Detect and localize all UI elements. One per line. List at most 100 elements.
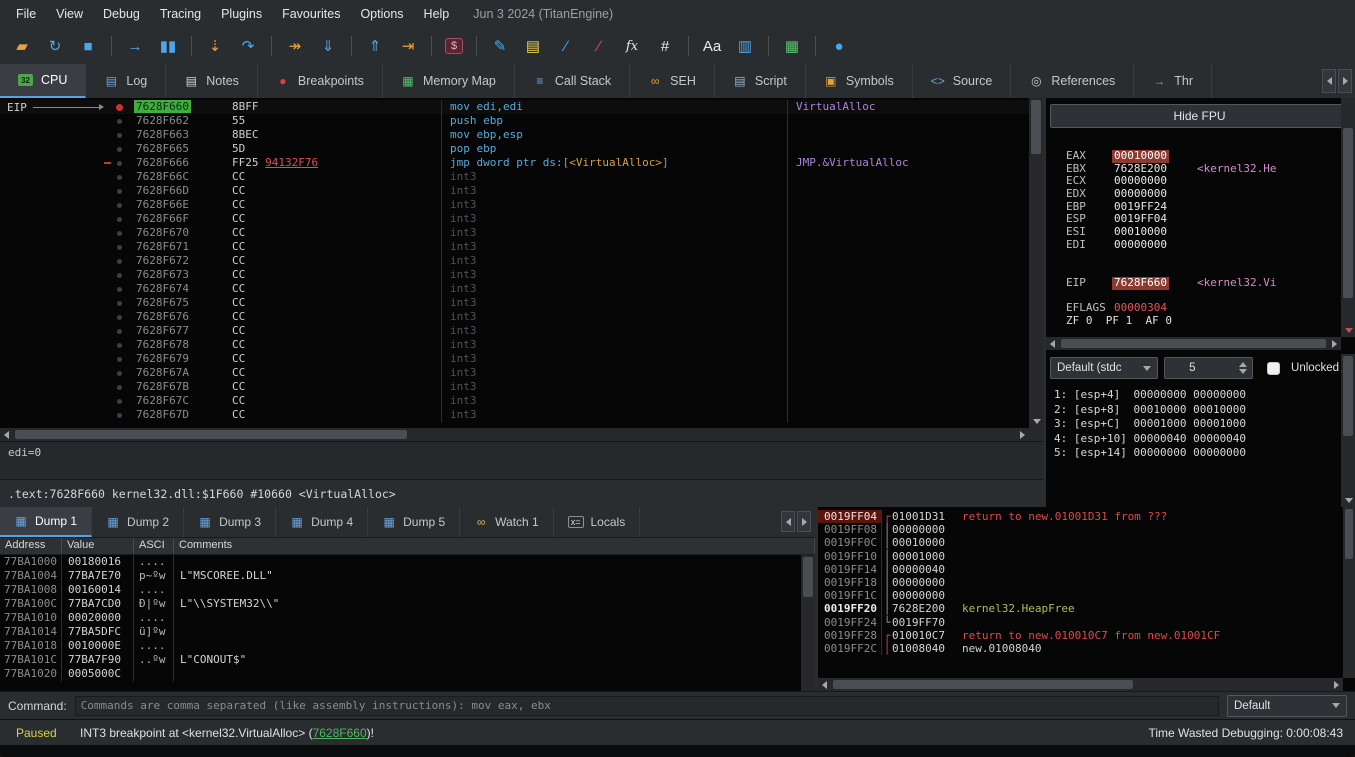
scrollbar-thumb[interactable] (833, 680, 1133, 689)
tab-references[interactable]: ◎References (1011, 64, 1134, 98)
menu-item-debug[interactable]: Debug (93, 3, 150, 25)
dump-row[interactable]: 77BA100C77BA7CD0Ð|ºwL"\\SYSTEM32\\" (0, 597, 815, 611)
tab-scroll-left-button[interactable] (1322, 69, 1336, 93)
disasm-row[interactable]: 7628F66ECCint3 (0, 198, 1029, 212)
disassembly-table[interactable]: 7628F6608BFFmov edi,ediVirtualAlloc7628F… (0, 98, 1043, 428)
bp-slot-dot[interactable] (117, 301, 122, 306)
argument-count-spinner[interactable]: 5 (1164, 357, 1253, 379)
disasm-row[interactable]: 7628F66FCCint3 (0, 212, 1029, 226)
argument-row[interactable]: 5: [esp+14] 00000000 00000000 (1054, 446, 1339, 461)
disasm-row[interactable]: 7628F677CCint3 (0, 324, 1029, 338)
dump-header-address[interactable]: Address (0, 538, 62, 554)
restart-icon[interactable]: ↻ (45, 37, 65, 55)
menu-item-file[interactable]: File (6, 3, 46, 25)
argument-row[interactable]: 4: [esp+10] 00000040 00000040 (1054, 432, 1339, 447)
trace-coverage-icon[interactable]: ▤ (523, 37, 543, 55)
scrollbar-thumb[interactable] (1343, 128, 1353, 298)
bp-slot-dot[interactable] (117, 119, 122, 124)
tab-seh[interactable]: ∞SEH (630, 64, 715, 98)
step-over-icon[interactable]: ↷ (238, 37, 258, 55)
disasm-row[interactable]: 7628F66255push ebp (0, 114, 1029, 128)
open-file-icon[interactable]: ▰ (12, 37, 32, 55)
dump-tab-scroll-right-button[interactable] (797, 511, 811, 532)
tab-memory-map[interactable]: ▦Memory Map (383, 64, 515, 98)
scrollbar-thumb[interactable] (1345, 509, 1353, 559)
disasm-row[interactable]: 7628F6608BFFmov edi,ediVirtualAlloc (0, 100, 1029, 114)
bp-slot-dot[interactable] (117, 203, 122, 208)
tab-cpu[interactable]: 32CPU (0, 64, 86, 98)
menu-item-view[interactable]: View (46, 3, 93, 25)
dump-row[interactable]: 77BA101C77BA7F90..ºwL"CONOUT$" (0, 653, 815, 667)
stack-row[interactable]: 0019FF20│7628E200kernel32.HeapFree (818, 602, 1343, 615)
bp-slot-dot[interactable] (117, 357, 122, 362)
tab-dump-4[interactable]: ▦Dump 4 (276, 507, 368, 537)
dump-row[interactable]: 77BA101000020000.... (0, 611, 815, 625)
run-till-return-icon[interactable]: ↠ (285, 37, 305, 55)
disasm-row[interactable]: 7628F675CCint3 (0, 296, 1029, 310)
stack-row[interactable]: 0019FF0C│00010000 (818, 536, 1343, 549)
disasm-row[interactable]: 7628F670CCint3 (0, 226, 1029, 240)
scrollbar-thumb[interactable] (1343, 356, 1353, 436)
pause-icon[interactable]: ▮▮ (158, 37, 178, 55)
scroll-left-button[interactable] (1046, 337, 1059, 350)
tab-call-stack[interactable]: ≡Call Stack (515, 64, 630, 98)
disasm-row[interactable]: 7628F6655Dpop ebp (0, 142, 1029, 156)
bp-slot-dot[interactable] (117, 175, 122, 180)
scroll-right-button[interactable] (1330, 678, 1343, 691)
tab-locals[interactable]: x=Locals (554, 507, 640, 537)
bp-slot-dot[interactable] (117, 217, 122, 222)
tab-dump-2[interactable]: ▦Dump 2 (92, 507, 184, 537)
bp-slot-dot[interactable] (117, 399, 122, 404)
stack-row[interactable]: 0019FF14│00000040 (818, 563, 1343, 576)
menu-item-options[interactable]: Options (350, 3, 413, 25)
bp-slot-dot[interactable] (117, 371, 122, 376)
dump-row[interactable]: 77BA10200005000C (0, 667, 815, 681)
register-row[interactable]: ESP0019FF04 (1066, 213, 1339, 226)
disasm-row[interactable]: 7628F66CCCint3 (0, 170, 1029, 184)
flags-row[interactable]: ZF 0 PF 1 AF 0 (1066, 315, 1339, 328)
disasm-row[interactable]: 7628F672CCint3 (0, 254, 1029, 268)
scroll-right-button[interactable] (1328, 337, 1341, 350)
stack-pane[interactable]: 0019FF04┌01001D31return to new.01001D31 … (815, 507, 1355, 691)
scrollbar-thumb[interactable] (803, 557, 813, 597)
columns-icon[interactable]: ▥ (735, 37, 755, 55)
dump-row[interactable]: 77BA100800160014.... (0, 583, 815, 597)
disasm-row[interactable]: 7628F679CCint3 (0, 352, 1029, 366)
tab-dump-5[interactable]: ▦Dump 5 (368, 507, 460, 537)
dump-row[interactable]: 77BA100000180016.... (0, 555, 815, 569)
scroll-down-button[interactable] (1342, 324, 1355, 337)
register-row[interactable]: EIP7628F660<kernel32.Vi (1066, 277, 1339, 290)
dump-header-value[interactable]: Value (62, 538, 134, 554)
stack-row[interactable]: 0019FF1C│00000000 (818, 589, 1343, 602)
tab-notes[interactable]: ▤Notes (166, 64, 258, 98)
menu-item-favourites[interactable]: Favourites (272, 3, 350, 25)
tab-scroll-right-button[interactable] (1338, 69, 1352, 93)
hash-icon[interactable]: # (655, 38, 675, 55)
argument-row[interactable]: 2: [esp+8] 00010000 00010000 (1054, 403, 1339, 418)
register-row[interactable]: ESI00010000 (1066, 226, 1339, 239)
dump-header-comments[interactable]: Comments (174, 538, 815, 554)
stack-row[interactable]: 0019FF28┌010010C7return to new.010010C7 … (818, 629, 1343, 642)
step-into-icon[interactable]: ⇣ (205, 37, 225, 55)
disasm-row[interactable]: 7628F66DCCint3 (0, 184, 1029, 198)
stack-row[interactable]: 0019FF2C│01008040new.01008040 (818, 642, 1343, 655)
disasm-row[interactable]: 7628F674CCint3 (0, 282, 1029, 296)
breakpoint-dot[interactable] (116, 104, 123, 111)
stack-row[interactable]: 0019FF08│00000000 (818, 523, 1343, 536)
argument-row[interactable]: 3: [esp+C] 00001000 00001000 (1054, 417, 1339, 432)
step-out-icon[interactable]: ⇑ (365, 37, 385, 55)
scrollbar-thumb[interactable] (1031, 100, 1041, 154)
stack-horizontal-scrollbar[interactable] (818, 678, 1343, 691)
register-row[interactable]: EBP0019FF24 (1066, 201, 1339, 214)
bp-slot-dot[interactable] (117, 133, 122, 138)
dump-vertical-scrollbar[interactable] (801, 555, 815, 691)
disasm-row[interactable]: 7628F67BCCint3 (0, 380, 1029, 394)
bp-slot-dot[interactable] (117, 189, 122, 194)
step-into-source-icon[interactable]: ⇓ (318, 37, 338, 55)
bp-slot-dot[interactable] (117, 259, 122, 264)
command-input[interactable] (75, 696, 1219, 716)
command-profile-combo[interactable]: Default (1227, 695, 1347, 717)
table-icon[interactable]: ▦ (782, 37, 802, 55)
argument-row[interactable]: 1: [esp+4] 00000000 00000000 (1054, 388, 1339, 403)
register-row[interactable]: EDI00000000 (1066, 239, 1339, 252)
